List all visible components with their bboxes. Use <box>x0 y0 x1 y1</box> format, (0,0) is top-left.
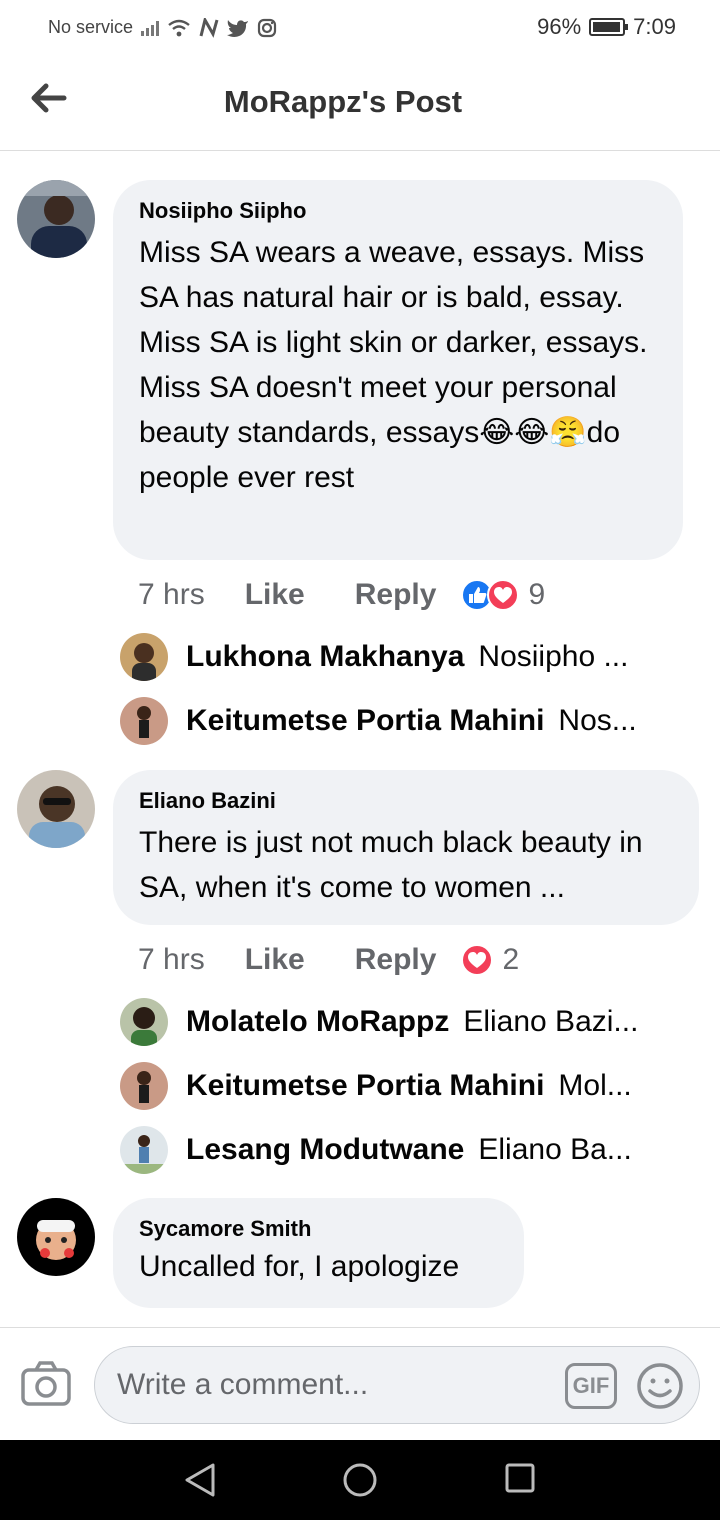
reaction-count: 2 <box>502 943 520 976</box>
back-nav-icon[interactable] <box>183 1462 217 1498</box>
comment-composer: GIF <box>0 1327 720 1440</box>
gif-button[interactable]: GIF <box>565 1363 617 1409</box>
reply-button[interactable]: Reply <box>355 578 437 612</box>
instagram-icon <box>257 18 277 37</box>
reply-author[interactable]: Keitumetse Portia Mahini <box>186 1069 544 1103</box>
post-header: MoRappz's Post <box>0 56 720 151</box>
reply-text: Eliano Ba... <box>478 1133 632 1166</box>
page-title: MoRappz's Post <box>223 84 463 119</box>
signal-icon <box>141 20 160 36</box>
reaction-summary[interactable]: 9 <box>460 578 545 612</box>
reaction-count: 9 <box>528 578 546 611</box>
comment-text: Uncalled for, I apologize <box>139 1250 460 1283</box>
news-app-icon <box>199 17 219 38</box>
comment-bubble[interactable]: Sycamore Smith Uncalled for, I apologize <box>113 1198 524 1308</box>
reply-button[interactable]: Reply <box>355 943 437 977</box>
avatar[interactable] <box>120 1126 168 1174</box>
reply-author[interactable]: Lukhona Makhanya <box>186 640 464 674</box>
like-button[interactable]: Like <box>245 578 305 612</box>
comment-text: There is just not much black beauty in S… <box>139 826 643 904</box>
reply-preview[interactable]: Lukhona Makhanya Nosiipho ... <box>120 632 680 682</box>
emoji-icon[interactable] <box>635 1361 685 1411</box>
reply-author[interactable]: Molatelo MoRappz <box>186 1005 449 1039</box>
comment-author[interactable]: Eliano Bazini <box>139 788 673 814</box>
reply-text: Mol... <box>558 1069 632 1102</box>
avatar[interactable] <box>120 633 168 681</box>
comment-time[interactable]: 7 hrs <box>138 943 205 977</box>
avatar[interactable] <box>17 180 95 258</box>
home-nav-icon[interactable] <box>342 1462 378 1498</box>
reply-preview[interactable]: Lesang Modutwane Eliano Ba... <box>120 1125 680 1175</box>
camera-icon[interactable] <box>20 1360 72 1408</box>
status-bar: No service 96% 7:09 <box>0 0 720 56</box>
comment-actions: 7 hrs Like Reply 9 <box>138 575 545 615</box>
twitter-icon <box>227 19 249 37</box>
avatar[interactable] <box>17 1198 95 1276</box>
reply-text: Nosiipho ... <box>478 640 629 673</box>
comment-bubble[interactable]: Nosiipho Siipho Miss SA wears a weave, e… <box>113 180 683 560</box>
comment-bubble[interactable]: Eliano Bazini There is just not much bla… <box>113 770 699 925</box>
reply-preview[interactable]: Molatelo MoRappz Eliano Bazi... <box>120 997 680 1047</box>
comment-actions: 7 hrs Like Reply 2 <box>138 940 519 980</box>
avatar[interactable] <box>17 770 95 848</box>
carrier-text: No service <box>48 17 134 37</box>
love-reaction-icon <box>461 944 494 976</box>
reaction-summary[interactable]: 2 <box>460 943 519 977</box>
reply-author[interactable]: Lesang Modutwane <box>186 1133 464 1167</box>
battery-percent: 96% <box>537 14 582 39</box>
recents-nav-icon[interactable] <box>504 1462 536 1494</box>
like-button[interactable]: Like <box>245 943 305 977</box>
comment-input[interactable] <box>117 1347 547 1423</box>
comment-author[interactable]: Nosiipho Siipho <box>139 198 657 224</box>
comment-text: Miss SA wears a weave, essays. Miss SA h… <box>139 236 648 494</box>
reply-author[interactable]: Keitumetse Portia Mahini <box>186 704 544 738</box>
reply-preview[interactable]: Keitumetse Portia Mahini Nos... <box>120 696 680 746</box>
reply-text: Nos... <box>558 704 637 737</box>
clock: 7:09 <box>633 14 676 39</box>
avatar[interactable] <box>120 998 168 1046</box>
system-nav-bar <box>0 1440 720 1520</box>
love-reaction-icon <box>487 579 520 611</box>
avatar[interactable] <box>120 1062 168 1110</box>
battery-icon <box>589 18 629 36</box>
comment-author[interactable]: Sycamore Smith <box>139 1216 498 1242</box>
reply-preview[interactable]: Keitumetse Portia Mahini Mol... <box>120 1061 680 1111</box>
avatar[interactable] <box>120 697 168 745</box>
reply-text: Eliano Bazi... <box>463 1005 639 1038</box>
comment-input-container[interactable]: GIF <box>94 1346 700 1424</box>
comment-time[interactable]: 7 hrs <box>138 578 205 612</box>
wifi-icon <box>168 19 190 36</box>
